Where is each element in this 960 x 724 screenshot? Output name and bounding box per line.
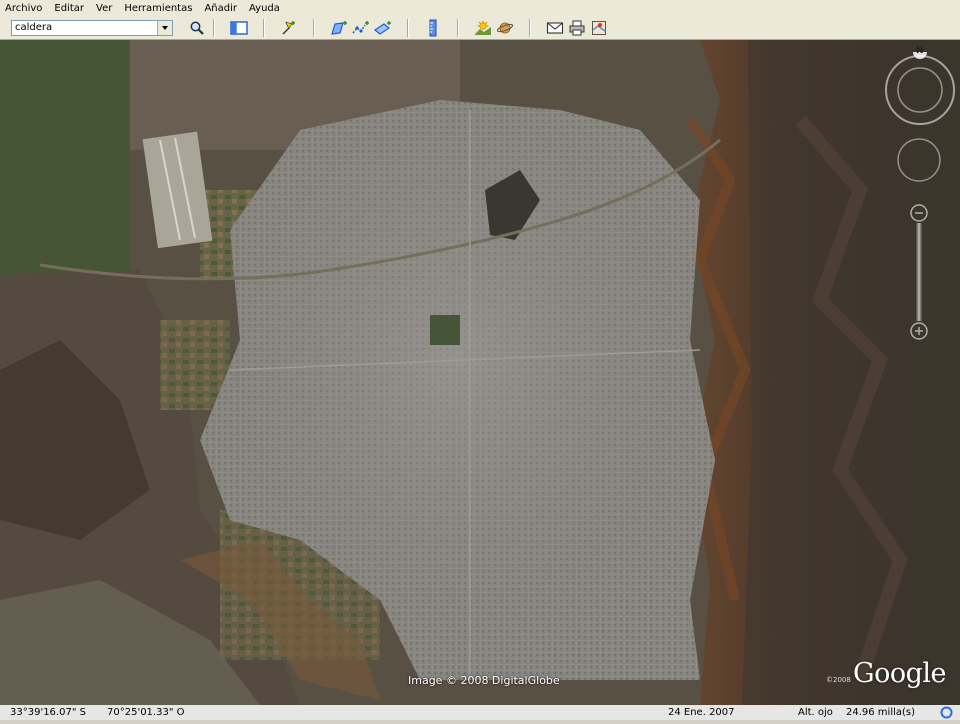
sidebar-toggle-button[interactable] (228, 19, 250, 38)
search-input[interactable] (12, 21, 161, 35)
imagery-copyright: Image © 2008 DigitalGlobe (408, 674, 560, 687)
zoom-slider[interactable] (909, 203, 929, 341)
sun-icon (474, 20, 492, 36)
toolbar-separator (313, 19, 315, 37)
toolbar-separator (457, 19, 459, 37)
logo-copyright-year: ©2008 (826, 676, 851, 684)
view-in-maps-button[interactable] (588, 19, 610, 38)
menu-ayuda[interactable]: Ayuda (243, 0, 286, 17)
menu-bar: Archivo Editar Ver Herramientas Añadir A… (0, 0, 960, 17)
toolbar-separator (213, 19, 215, 37)
sunlight-button[interactable] (472, 19, 494, 38)
altitude-label: Alt. ojo (798, 707, 833, 718)
ruler-icon (427, 19, 439, 37)
toolbar-separator (407, 19, 409, 37)
navigation-compass-ring[interactable]: N (882, 45, 958, 128)
maps-icon (591, 20, 607, 36)
toolbar-separator (263, 19, 265, 37)
toolbar (0, 17, 960, 40)
menu-editar[interactable]: Editar (48, 0, 90, 17)
toolbar-separator (529, 19, 531, 37)
search-dropdown-button[interactable] (157, 21, 172, 35)
search-combobox[interactable] (11, 20, 173, 36)
switch-planet-button[interactable] (494, 19, 516, 38)
email-icon (546, 21, 564, 35)
planet-icon (496, 20, 514, 36)
latitude-readout: 33°39'16.07" S (10, 707, 86, 718)
path-icon (351, 20, 371, 36)
print-icon (568, 20, 586, 36)
placemark-icon (280, 20, 298, 36)
satellite-imagery (0, 40, 960, 705)
search-icon (189, 20, 205, 36)
add-polygon-button[interactable] (328, 19, 350, 38)
polygon-icon (329, 20, 349, 36)
menu-archivo[interactable]: Archivo (0, 0, 48, 17)
menu-anadir[interactable]: Añadir (198, 0, 243, 17)
google-logo: Google (853, 658, 946, 689)
search-button[interactable] (186, 19, 208, 38)
altitude-readout: 24.96 milla(s) (846, 707, 916, 718)
ruler-button[interactable] (422, 19, 444, 38)
map-viewport[interactable]: Image © 2008 DigitalGlobe ©2008 Google N (0, 40, 960, 705)
imagery-date: 24 Ene. 2007 (668, 707, 735, 718)
status-bar: 33°39'16.07" S 70°25'01.33" O 24 Ene. 20… (0, 705, 960, 720)
longitude-readout: 70°25'01.33" O (107, 707, 185, 718)
look-joystick[interactable] (896, 137, 942, 183)
add-path-button[interactable] (350, 19, 372, 38)
streaming-indicator-icon (940, 706, 953, 724)
add-placemark-button[interactable] (278, 19, 300, 38)
image-overlay-icon (373, 20, 393, 36)
compass-north-label: N (916, 46, 924, 56)
print-button[interactable] (566, 19, 588, 38)
menu-herramientas[interactable]: Herramientas (118, 0, 198, 17)
menu-ver[interactable]: Ver (90, 0, 118, 17)
add-image-overlay-button[interactable] (372, 19, 394, 38)
sidebar-toggle-icon (230, 21, 248, 35)
email-button[interactable] (544, 19, 566, 38)
